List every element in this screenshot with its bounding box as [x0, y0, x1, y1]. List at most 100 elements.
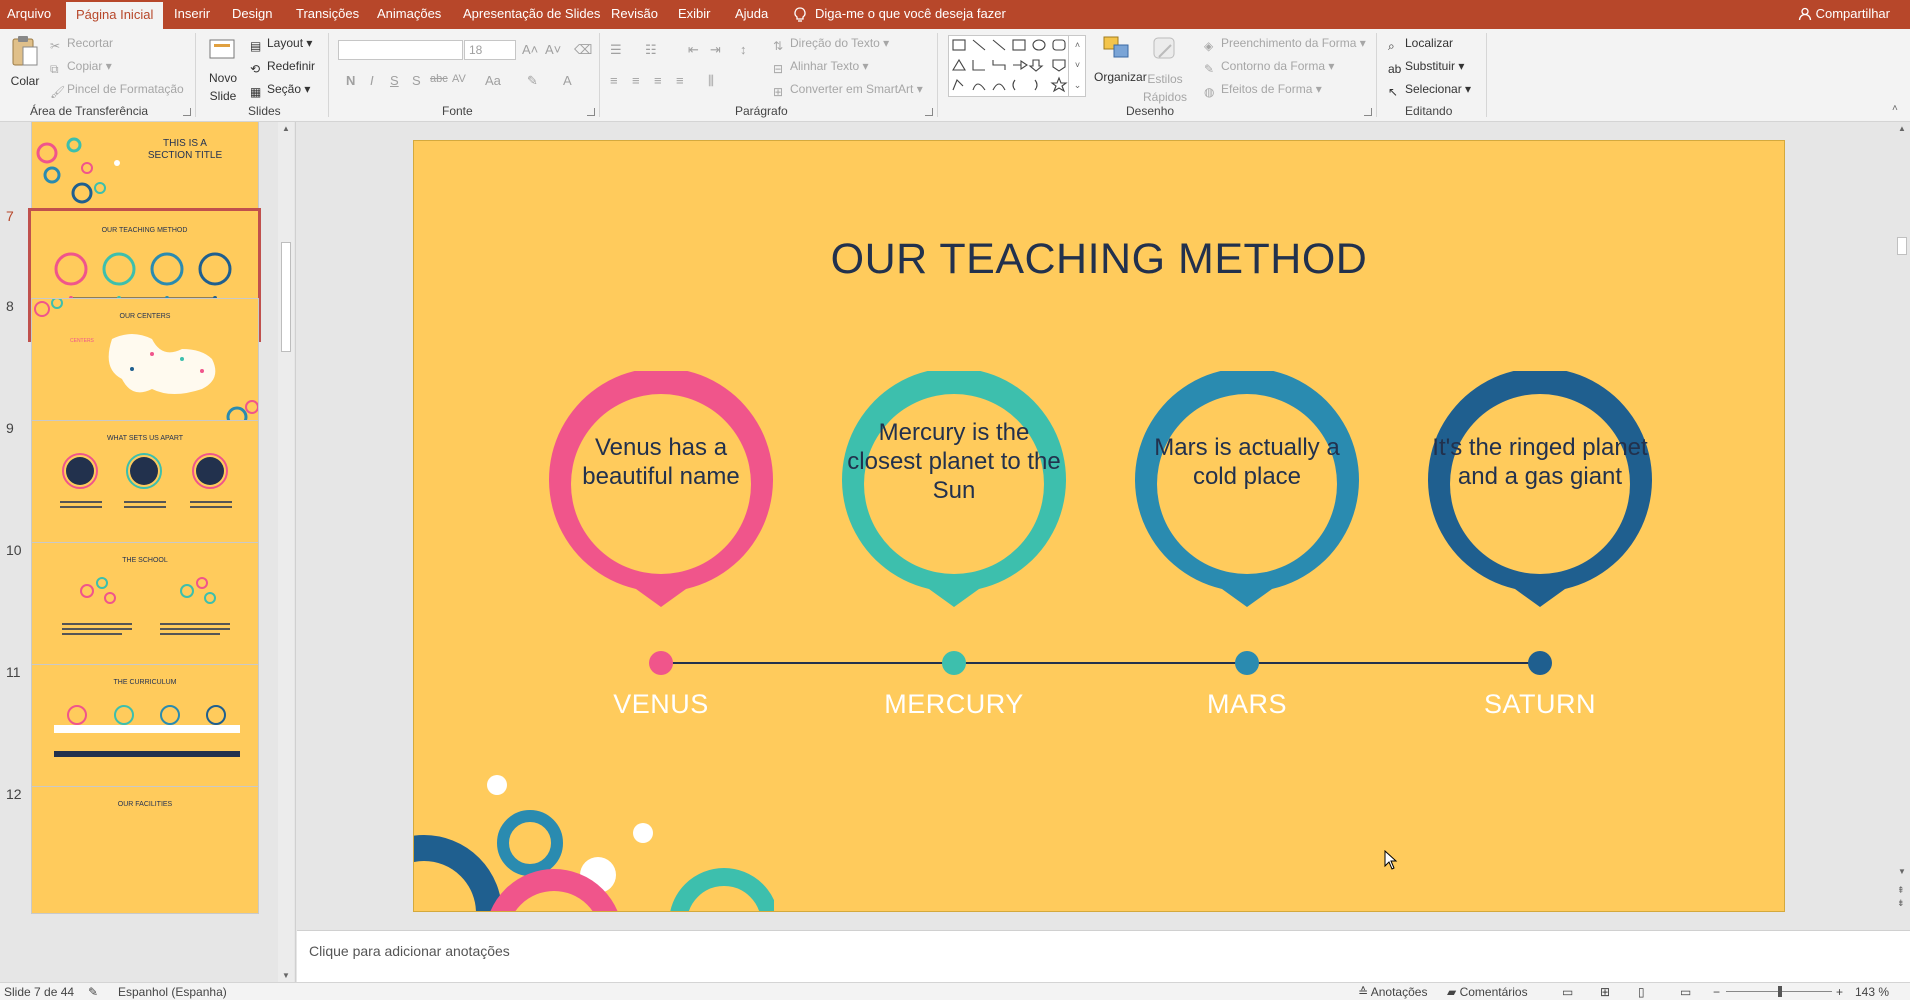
cut-button[interactable]: ✂ Recortar: [50, 34, 113, 53]
line-spacing-icon[interactable]: ↕: [740, 42, 747, 57]
share-button[interactable]: Compartilhar: [1798, 0, 1890, 29]
align-center-icon[interactable]: ≡: [632, 73, 640, 88]
zoom-level[interactable]: 143 %: [1855, 985, 1889, 999]
new-slide-button[interactable]: Novo Slide: [205, 34, 241, 105]
planet-label-mars[interactable]: MARS: [1117, 689, 1377, 720]
bold-button[interactable]: N: [346, 73, 355, 88]
scroll-down-icon[interactable]: ▼: [1898, 867, 1906, 876]
clear-formatting-icon[interactable]: ⌫: [574, 42, 592, 58]
quick-styles-button[interactable]: Estilos Rápidos: [1142, 35, 1188, 106]
slideshow-icon[interactable]: ▭: [1680, 985, 1691, 999]
smartart-button[interactable]: ⊞ Converter em SmartArt ▾: [773, 80, 923, 99]
language-indicator[interactable]: Espanhol (Espanha): [118, 985, 227, 999]
thumbnails-scrollbar[interactable]: ▲ ▼: [278, 122, 294, 982]
grow-font-icon[interactable]: A˄: [522, 42, 538, 57]
notes-pane[interactable]: Clique para adicionar anotações: [297, 930, 1910, 982]
slide-sorter-icon[interactable]: ⊞: [1600, 985, 1610, 999]
thumbnail-slide-6[interactable]: THIS IS A SECTION TITLE: [31, 122, 259, 220]
font-launcher-icon[interactable]: [587, 108, 595, 116]
char-spacing-button[interactable]: AV: [452, 73, 466, 85]
increase-indent-icon[interactable]: ⇥: [710, 42, 721, 58]
shapes-gallery[interactable]: [948, 35, 1086, 97]
zoom-out-icon[interactable]: −: [1713, 985, 1720, 999]
align-text-button[interactable]: ⊟ Alinhar Texto ▾: [773, 57, 869, 76]
zoom-in-icon[interactable]: +: [1836, 985, 1843, 999]
paragraph-launcher-icon[interactable]: [925, 108, 933, 116]
shape-effects-button[interactable]: ◍ Efeitos de Forma ▾: [1204, 80, 1322, 99]
italic-button[interactable]: I: [370, 73, 374, 88]
planet-label-mercury[interactable]: MERCURY: [824, 689, 1084, 720]
pin-mercury[interactable]: Mercury is the closest planet to the Sun: [841, 367, 1067, 609]
justify-icon[interactable]: ≡: [676, 73, 684, 88]
align-right-icon[interactable]: ≡: [654, 73, 662, 88]
section-button[interactable]: ▦ Seção ▾: [250, 80, 310, 99]
clipboard-launcher-icon[interactable]: [183, 108, 191, 116]
comments-toggle[interactable]: ▰ Comentários: [1447, 985, 1528, 999]
strikethrough-button[interactable]: abc: [430, 73, 448, 85]
format-painter-button[interactable]: 🖌 Pincel de Formatação: [50, 80, 184, 99]
tab-apresentacao[interactable]: Apresentação de Slides: [463, 0, 600, 29]
change-case-button[interactable]: Aa: [485, 73, 501, 88]
scroll-up-icon[interactable]: ▲: [282, 124, 290, 133]
arrange-button[interactable]: Organizar: [1094, 35, 1147, 86]
thumbnail-slide-10[interactable]: THE SCHOOL: [31, 542, 259, 670]
pin-saturn[interactable]: It's the ringed planet and a gas giant: [1427, 367, 1653, 609]
collapse-ribbon-icon[interactable]: ˄: [1892, 103, 1898, 114]
select-button[interactable]: ↖ Selecionar ▾: [1388, 80, 1471, 99]
scroll-up-icon[interactable]: ▲: [1898, 124, 1906, 133]
reset-button[interactable]: ⟲ Redefinir: [250, 57, 315, 76]
decrease-indent-icon[interactable]: ⇤: [688, 42, 699, 58]
layout-button[interactable]: ▤ Layout ▾: [250, 34, 312, 53]
underline-button[interactable]: S: [390, 73, 399, 88]
slide-scrollbar[interactable]: ▲ ▼ ⇞ ⇟: [1894, 122, 1910, 930]
slide-title[interactable]: OUR TEACHING METHOD: [414, 235, 1784, 284]
zoom-slider-thumb[interactable]: [1778, 986, 1782, 997]
align-left-icon[interactable]: ≡: [610, 73, 618, 88]
scrollbar-thumb[interactable]: [281, 242, 291, 352]
font-color-button[interactable]: A: [563, 73, 572, 88]
tab-pagina-inicial[interactable]: Página Inicial: [66, 0, 164, 29]
prev-next-slide-icon[interactable]: ⇞ ⇟: [1897, 884, 1905, 910]
spellcheck-icon[interactable]: ✎: [88, 985, 98, 999]
current-slide[interactable]: OUR TEACHING METHOD Venus has a beautifu…: [413, 140, 1785, 912]
bullets-icon[interactable]: ☰: [610, 42, 622, 58]
text-direction-button[interactable]: ⇅ Direção do Texto ▾: [773, 34, 889, 53]
shrink-font-icon[interactable]: A˅: [545, 42, 561, 57]
planet-label-saturn[interactable]: SATURN: [1410, 689, 1670, 720]
tab-ajuda[interactable]: Ajuda: [735, 0, 768, 29]
replace-button[interactable]: ab Substituir ▾: [1388, 57, 1464, 76]
find-button[interactable]: ⌕ Localizar: [1388, 34, 1453, 53]
tab-design[interactable]: Design: [232, 0, 272, 29]
pin-mars[interactable]: Mars is actually a cold place: [1134, 367, 1360, 609]
scrollbar-thumb[interactable]: [1897, 237, 1907, 255]
numbering-icon[interactable]: ☷: [645, 42, 657, 58]
copy-button[interactable]: ⧉ Copiar ▾: [50, 57, 112, 76]
normal-view-icon[interactable]: ▭: [1562, 985, 1573, 999]
tab-exibir[interactable]: Exibir: [678, 0, 711, 29]
planet-label-venus[interactable]: VENUS: [531, 689, 791, 720]
thumbnail-slide-12[interactable]: OUR FACILITIES: [31, 786, 259, 914]
font-name-combo[interactable]: [338, 40, 463, 60]
font-size-combo[interactable]: 18: [464, 40, 516, 60]
tab-animacoes[interactable]: Animações: [377, 0, 441, 29]
timeline-dot-mars: [1235, 651, 1259, 675]
tab-transicoes[interactable]: Transições: [296, 0, 359, 29]
notes-toggle[interactable]: ≙ Anotações: [1358, 985, 1427, 999]
reading-view-icon[interactable]: ▯: [1638, 985, 1645, 999]
drawing-launcher-icon[interactable]: [1364, 108, 1372, 116]
thumbnail-slide-11[interactable]: THE CURRICULUM: [31, 664, 259, 792]
highlight-icon[interactable]: ✎: [527, 73, 538, 89]
thumbnail-slide-8[interactable]: OUR CENTERS CENTERS: [31, 298, 259, 426]
paste-button[interactable]: Colar: [10, 35, 40, 90]
columns-icon[interactable]: ⫼: [708, 73, 714, 89]
pin-venus[interactable]: Venus has a beautiful name: [548, 367, 774, 609]
tab-arquivo[interactable]: Arquivo: [7, 0, 51, 29]
scroll-down-icon[interactable]: ▼: [282, 971, 290, 980]
shape-fill-button[interactable]: ◈ Preenchimento da Forma ▾: [1204, 34, 1366, 53]
shadow-button[interactable]: S: [412, 73, 421, 88]
thumbnail-slide-9[interactable]: WHAT SETS US APART: [31, 420, 259, 548]
tab-revisao[interactable]: Revisão: [611, 0, 658, 29]
shape-outline-button[interactable]: ✎ Contorno da Forma ▾: [1204, 57, 1334, 76]
tab-inserir[interactable]: Inserir: [174, 0, 210, 29]
shapes-gallery-scroll[interactable]: ˄ ˅ ⌄: [1068, 35, 1086, 97]
